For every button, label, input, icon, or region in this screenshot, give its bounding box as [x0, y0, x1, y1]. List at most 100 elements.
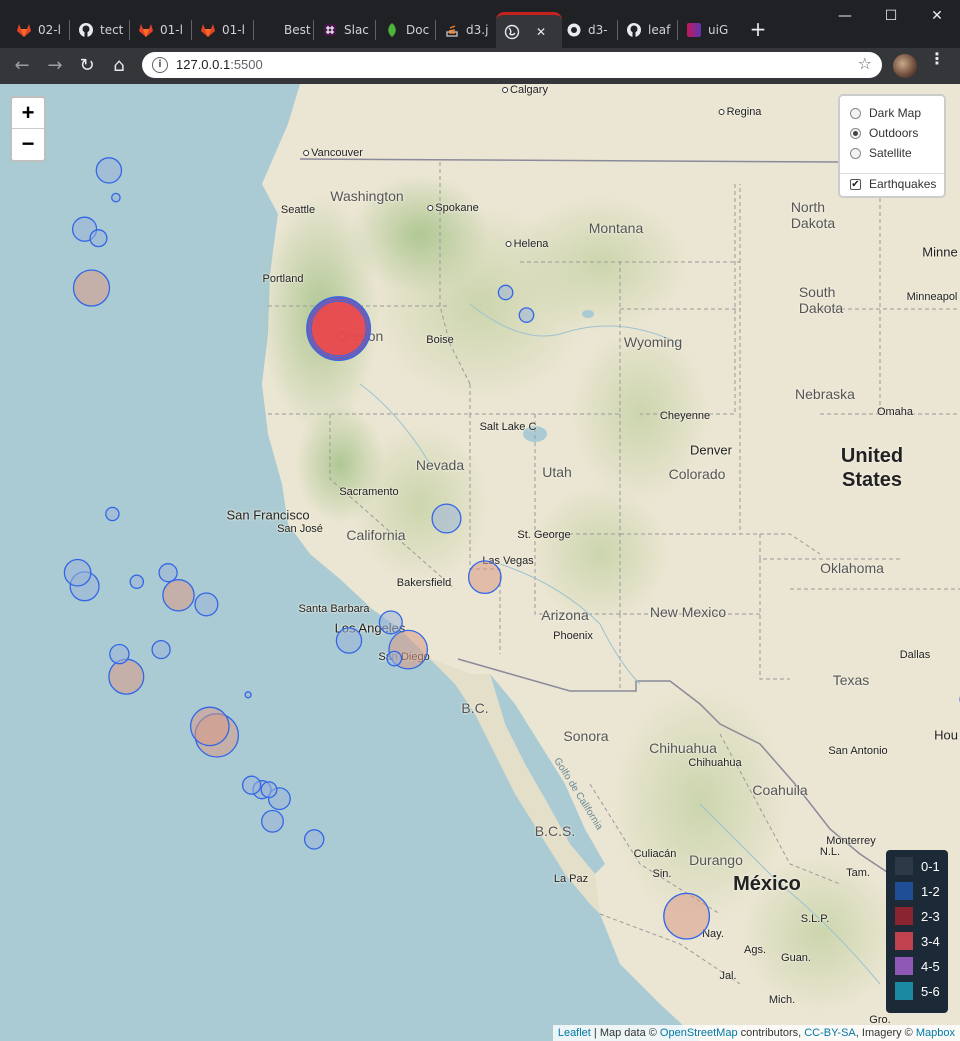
- earthquake-marker[interactable]: [151, 639, 171, 660]
- browser-tab[interactable]: tect: [70, 12, 132, 48]
- earthquake-marker[interactable]: [467, 560, 502, 595]
- checkbox-earthquakes[interactable]: ✔: [850, 178, 861, 190]
- tab-label: Slac: [344, 23, 369, 37]
- earthquake-marker[interactable]: [105, 506, 120, 522]
- back-button[interactable]: ←: [10, 54, 34, 78]
- legend-swatch: [895, 882, 913, 900]
- browser-tab[interactable]: 02-l: [8, 12, 70, 48]
- layer-satellite[interactable]: Satellite: [850, 146, 912, 160]
- earthquake-marker[interactable]: [241, 775, 262, 795]
- legend-swatch: [895, 907, 913, 925]
- earthquake-marker[interactable]: [244, 691, 252, 699]
- browser-tab[interactable]: d3-: [558, 12, 620, 48]
- tab-label: uiG: [708, 23, 729, 37]
- earthquake-marker[interactable]: [378, 610, 403, 635]
- browser-tab[interactable]: 01-l: [192, 12, 254, 48]
- slack-icon: [322, 22, 338, 38]
- cc-link[interactable]: CC-BY-SA: [804, 1027, 856, 1039]
- tab-label: Doc: [406, 23, 430, 37]
- earthquake-marker[interactable]: [111, 192, 121, 203]
- zoom-control: + −: [10, 96, 46, 162]
- attrib-text-2: contributors,: [737, 1027, 805, 1039]
- earthquake-marker[interactable]: [306, 296, 372, 362]
- legend-swatch: [895, 932, 913, 950]
- site-info-icon[interactable]: i: [152, 57, 168, 73]
- layer-label: Satellite: [869, 146, 912, 160]
- url-text[interactable]: 127.0.0.1:5500: [176, 57, 263, 72]
- earthquake-marker[interactable]: [431, 503, 462, 534]
- tab-label: 01-l: [160, 23, 183, 37]
- earthquake-marker[interactable]: [108, 658, 145, 695]
- stackoverflow-icon: [444, 22, 460, 38]
- earthquake-marker[interactable]: [663, 892, 711, 940]
- legend-label: 0-1: [921, 858, 940, 874]
- earthquake-marker[interactable]: [72, 269, 111, 307]
- earthquake-marker[interactable]: [303, 829, 325, 850]
- earthquake-marker[interactable]: [386, 650, 403, 667]
- browser-tab[interactable]: 01-l: [130, 12, 192, 48]
- minimize-button[interactable]: —: [822, 0, 868, 32]
- leaflet-map[interactable]: Calgary Regina Vancouver Washington Seattle S…: [0, 84, 960, 1041]
- earthquake-marker[interactable]: [95, 157, 123, 184]
- earthquake-marker[interactable]: [518, 307, 535, 323]
- earthquake-marker[interactable]: [89, 229, 108, 248]
- earthquake-marker[interactable]: [158, 563, 178, 583]
- zoom-in-button[interactable]: +: [12, 98, 44, 129]
- earthquake-marker[interactable]: [194, 592, 219, 617]
- earthquake-marker[interactable]: [261, 809, 284, 833]
- url-port: :5500: [230, 57, 263, 72]
- github-icon: [626, 22, 642, 38]
- magnitude-legend: 0-1 1-2 2-3 3-4 4-5 5-6: [886, 850, 948, 1013]
- browser-tab[interactable]: Doc: [376, 12, 438, 48]
- zoom-out-button[interactable]: −: [12, 129, 44, 159]
- browser-tab[interactable]: Best: [254, 12, 316, 48]
- legend-label: 1-2: [921, 883, 940, 899]
- mapbox-link[interactable]: Mapbox: [916, 1027, 955, 1039]
- maximize-button[interactable]: ☐: [868, 0, 914, 32]
- browser-tab[interactable]: uiG: [678, 12, 740, 48]
- earthquake-marker[interactable]: [260, 781, 278, 799]
- layer-dark-map[interactable]: Dark Map: [850, 106, 921, 120]
- earthquake-marker[interactable]: [129, 574, 145, 590]
- legend-row: 2-3: [895, 907, 940, 925]
- new-tab-button[interactable]: +: [748, 18, 768, 42]
- browser-tab[interactable]: leaf: [618, 12, 680, 48]
- earthquake-marker[interactable]: [335, 627, 363, 654]
- earthquake-marker[interactable]: [189, 706, 230, 747]
- earthquake-marker[interactable]: [497, 284, 514, 301]
- osm-link[interactable]: OpenStreetMap: [660, 1027, 738, 1039]
- tab-label: d3-: [588, 23, 608, 37]
- attrib-text-1: | Map data ©: [590, 1027, 660, 1039]
- browser-tab[interactable]: ✕: [496, 12, 562, 48]
- overlay-earthquakes[interactable]: ✔ Earthquakes: [850, 177, 936, 191]
- earthquake-marker[interactable]: [109, 643, 130, 665]
- home-button[interactable]: ⌂: [107, 54, 131, 78]
- tab-label: d3.j: [466, 23, 489, 37]
- forward-button[interactable]: →: [43, 54, 67, 78]
- browser-menu-icon[interactable]: ⋮: [929, 51, 945, 67]
- bookmark-star-icon[interactable]: ☆: [858, 54, 872, 73]
- legend-label: 5-6: [921, 983, 940, 999]
- leaflet-link[interactable]: Leaflet: [558, 1027, 591, 1039]
- tab-label: 02-l: [38, 23, 61, 37]
- legend-row: 5-6: [895, 982, 940, 1000]
- radio-outdoors[interactable]: [850, 127, 861, 139]
- blank-icon: [262, 22, 278, 38]
- earthquake-marker[interactable]: [63, 558, 92, 587]
- profile-avatar[interactable]: [893, 54, 917, 78]
- layer-outdoors[interactable]: Outdoors: [850, 126, 918, 140]
- legend-swatch: [895, 982, 913, 1000]
- close-tab-icon[interactable]: ✕: [536, 25, 546, 39]
- radio-dark-map[interactable]: [850, 107, 861, 119]
- address-bar[interactable]: i 127.0.0.1:5500 ☆: [142, 52, 882, 78]
- layer-control: Dark Map Outdoors Satellite ✔ Earthquakes: [838, 94, 946, 198]
- browser-tab[interactable]: Slac: [314, 12, 376, 48]
- radio-satellite[interactable]: [850, 147, 861, 159]
- tab-label: Best: [284, 23, 311, 37]
- tab-label: leaf: [648, 23, 671, 37]
- reload-button[interactable]: ↻: [75, 54, 99, 78]
- browser-tab[interactable]: d3.j: [436, 12, 498, 48]
- earthquake-marker[interactable]: [162, 579, 195, 612]
- close-window-button[interactable]: ✕: [914, 0, 960, 32]
- legend-label: 4-5: [921, 958, 940, 974]
